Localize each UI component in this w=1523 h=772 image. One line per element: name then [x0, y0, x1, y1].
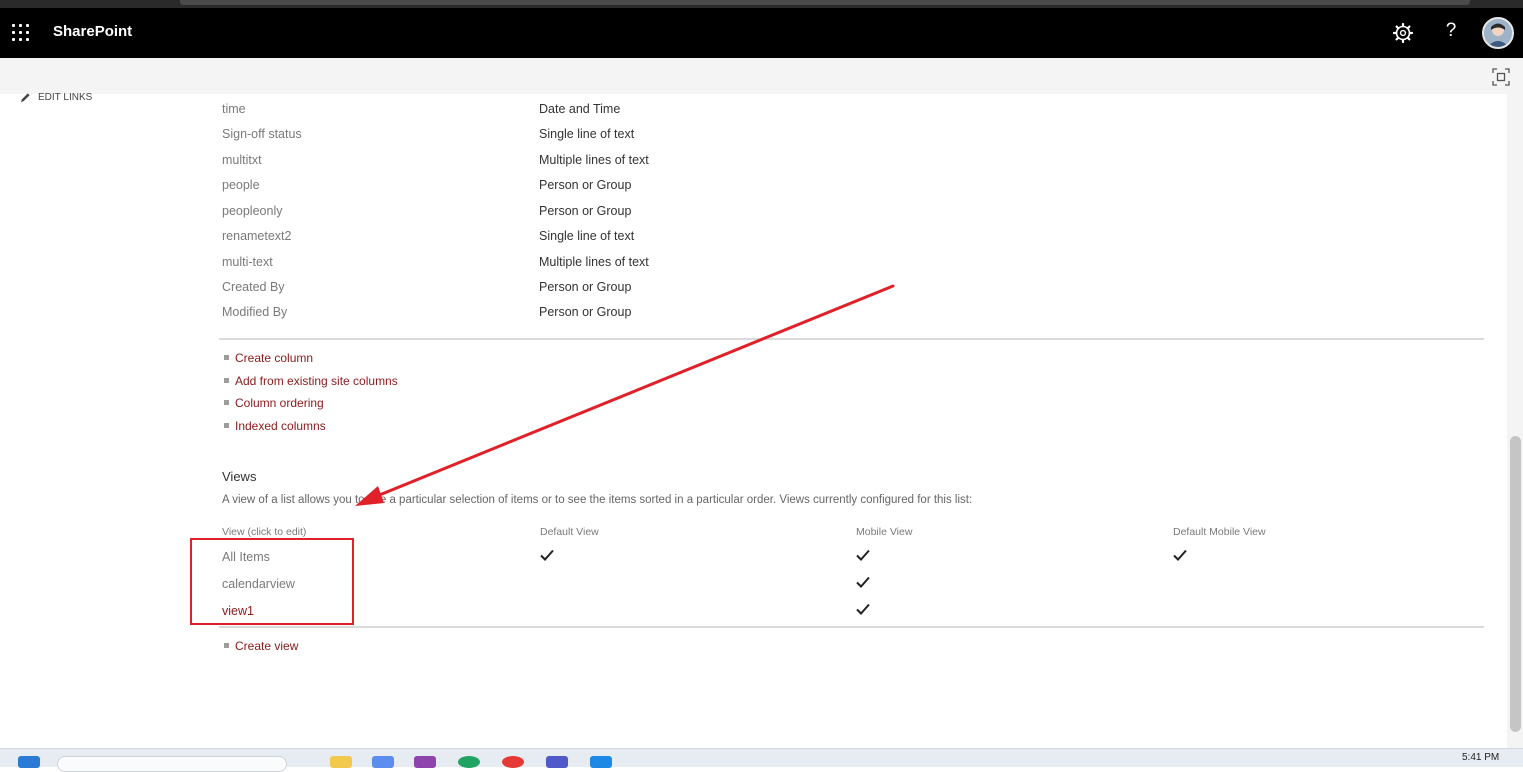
link-label: Add from existing site columns [235, 374, 398, 388]
checkmark-icon [856, 603, 870, 615]
column-name[interactable]: renametext2 [222, 229, 291, 243]
checkmark-icon [1173, 549, 1187, 561]
teams-icon[interactable] [546, 756, 568, 768]
gear-icon[interactable] [1391, 21, 1415, 45]
browser-icon[interactable] [458, 756, 480, 768]
divider [219, 626, 1484, 628]
column-name[interactable]: people [222, 178, 260, 192]
bullet-icon [224, 377, 229, 383]
highlight-box [190, 538, 354, 625]
link-label: Create column [235, 351, 314, 365]
app-icon[interactable] [414, 756, 436, 768]
file-explorer-icon[interactable] [330, 756, 352, 768]
taskbar: 5:41 PM [0, 748, 1523, 772]
views-heading: Views [222, 469, 257, 484]
avatar-image [1484, 19, 1512, 47]
divider [219, 338, 1484, 340]
browser-top-strip [0, 0, 1523, 8]
column-type: Person or Group [539, 280, 632, 294]
add-existing-site-columns-link[interactable]: Add from existing site columns [224, 374, 398, 388]
bullet-icon [224, 422, 229, 428]
chrome-icon[interactable] [502, 756, 524, 768]
link-label: Create view [235, 639, 299, 653]
checkmark-icon [856, 549, 870, 561]
scrollbar-thumb[interactable] [1510, 436, 1521, 732]
column-type: Date and Time [539, 102, 621, 116]
column-type: Single line of text [539, 229, 635, 243]
focus-mode-icon[interactable] [1492, 68, 1510, 86]
views-header-default-view: Default View [540, 526, 599, 538]
create-column-link[interactable]: Create column [224, 351, 313, 365]
avatar[interactable] [1482, 17, 1514, 49]
create-view-link[interactable]: Create view [224, 639, 298, 653]
indexed-columns-link[interactable]: Indexed columns [224, 419, 326, 433]
pencil-icon [20, 93, 30, 103]
column-name[interactable]: Sign-off status [222, 127, 302, 141]
column-type: Single line of text [539, 127, 635, 141]
views-header-mobile-view: Mobile View [856, 526, 913, 538]
command-bar [0, 58, 1523, 94]
column-name[interactable]: Modified By [222, 305, 287, 319]
link-label: Indexed columns [235, 419, 326, 433]
checkmark-icon [856, 576, 870, 588]
taskbar-clock: 5:41 PM [1462, 752, 1500, 763]
column-name[interactable]: time [222, 102, 246, 116]
start-icon[interactable] [18, 756, 40, 768]
views-description: A view of a list allows you to see a par… [222, 494, 973, 506]
column-name[interactable]: multitxt [222, 153, 262, 167]
taskbar-search[interactable] [57, 756, 287, 772]
bullet-icon [224, 642, 229, 648]
column-ordering-link[interactable]: Column ordering [224, 396, 324, 410]
bullet-icon [224, 354, 229, 360]
link-label: Column ordering [235, 396, 324, 410]
browser-tab-edge [180, 0, 1470, 5]
outlook-icon[interactable] [590, 756, 612, 768]
edit-links-button[interactable]: EDIT LINKS [20, 92, 92, 103]
waffle-icon[interactable] [12, 24, 30, 42]
views-header-default-mobile-view: Default Mobile View [1173, 526, 1266, 538]
column-name[interactable]: multi-text [222, 255, 273, 269]
column-type: Person or Group [539, 305, 632, 319]
app-title[interactable]: SharePoint [53, 23, 132, 40]
column-type: Multiple lines of text [539, 153, 649, 167]
views-header-view: View (click to edit) [222, 526, 307, 538]
column-type: Multiple lines of text [539, 255, 649, 269]
column-type: Person or Group [539, 204, 632, 218]
bullet-icon [224, 399, 229, 405]
calendar-icon[interactable] [372, 756, 394, 768]
column-name[interactable]: peopleonly [222, 204, 282, 218]
column-name[interactable]: Created By [222, 280, 285, 294]
checkmark-icon [540, 549, 554, 561]
suite-bar: SharePoint ? [0, 8, 1523, 58]
edit-links-label: EDIT LINKS [38, 92, 93, 103]
column-type: Person or Group [539, 178, 632, 192]
help-icon[interactable]: ? [1440, 20, 1462, 44]
